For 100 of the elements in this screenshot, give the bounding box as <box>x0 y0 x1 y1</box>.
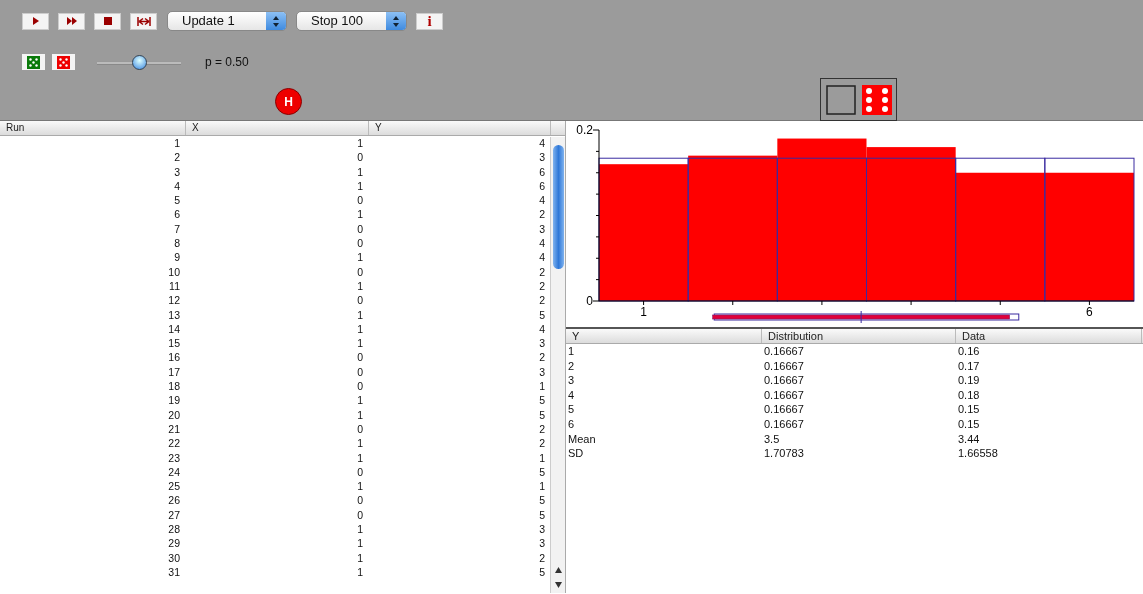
table-cell: 1 <box>357 279 363 292</box>
table-cell: 1 <box>357 337 363 350</box>
table-cell: 1.70783 <box>764 447 804 460</box>
info-button[interactable]: i <box>416 12 443 30</box>
table-cell: 6 <box>539 179 545 192</box>
table-cell: 1 <box>357 137 363 149</box>
table-cell: 1.66558 <box>958 447 998 460</box>
table-cell: 5 <box>174 194 180 207</box>
table-cell: 0.16 <box>958 345 980 357</box>
table-cell: 4 <box>539 251 545 264</box>
column-header: Run <box>0 121 186 135</box>
stop-button[interactable] <box>94 12 121 30</box>
table-cell: 18 <box>168 380 180 393</box>
table-cell: 13 <box>168 308 180 321</box>
axis-label: 0 <box>586 294 593 308</box>
table-cell: 4 <box>539 137 545 149</box>
table-cell: 0.15 <box>958 403 980 416</box>
table-cell: 28 <box>168 523 180 535</box>
table-cell: 1 <box>357 537 363 550</box>
stepper-icon <box>273 15 279 27</box>
table-cell: 0 <box>357 222 363 235</box>
table-cell: 3 <box>539 365 545 378</box>
table-cell: 2 <box>568 359 575 372</box>
table-cell: 16 <box>168 351 180 364</box>
table-cell: 1 <box>357 565 363 578</box>
scrollbar[interactable] <box>550 137 565 593</box>
table-cell: 0.16667 <box>764 359 804 372</box>
table-cell: 3 <box>539 523 545 535</box>
table-cell: 0 <box>357 194 363 207</box>
table-cell: 0.18 <box>958 388 980 401</box>
table-cell: 1 <box>357 437 363 450</box>
table-cell: 5 <box>539 565 545 578</box>
table-cell: 4 <box>539 322 545 335</box>
column-header: Y <box>369 121 551 135</box>
table-cell: 4 <box>539 194 545 207</box>
table-cell: 6 <box>568 417 575 430</box>
table-cell: 1 <box>357 551 363 564</box>
axis-label: 0.2 <box>576 123 593 137</box>
table-cell: 0 <box>357 465 363 478</box>
table-cell: 1 <box>357 179 363 192</box>
table-cell: 1 <box>357 451 363 464</box>
table-cell: 15 <box>168 337 180 350</box>
reset-icon <box>136 16 151 26</box>
table-cell: 2 <box>539 208 545 221</box>
table-cell: 0.16667 <box>764 374 804 387</box>
table-cell: 3 <box>539 222 545 235</box>
table-cell: 2 <box>539 437 545 450</box>
table-cell: 0 <box>357 237 363 250</box>
table-cell: 25 <box>168 480 180 493</box>
table-cell: SD <box>568 447 584 460</box>
table-cell: 0.16667 <box>764 417 804 430</box>
column-header: Data <box>956 329 1142 343</box>
table-cell: 2 <box>539 551 545 564</box>
die-icon <box>57 55 70 69</box>
table-cell: 0 <box>357 365 363 378</box>
table-cell: 2 <box>539 265 545 278</box>
table-cell: Mean <box>568 432 596 445</box>
die-button[interactable] <box>22 54 45 70</box>
table-cell: 1 <box>568 345 575 357</box>
update-select[interactable]: Update 1 <box>167 11 287 31</box>
axis-label: 1 <box>640 305 647 319</box>
table-cell: 4 <box>539 237 545 250</box>
table-cell: 0 <box>357 422 363 435</box>
table-cell: 11 <box>169 279 180 292</box>
table-cell: 3.5 <box>764 432 780 445</box>
table-cell: 0.16667 <box>764 403 804 416</box>
table-cell: 29 <box>168 537 180 550</box>
die-button[interactable] <box>52 54 75 70</box>
table-cell: 3 <box>174 165 180 178</box>
table-cell: 1 <box>357 308 363 321</box>
table-cell: 23 <box>168 451 180 464</box>
table-cell: 24 <box>168 465 180 478</box>
table-cell: 1 <box>357 394 363 407</box>
table-cell: 5 <box>539 508 545 521</box>
p-value-label: p = 0.50 <box>205 54 249 71</box>
table-cell: 20 <box>168 408 180 421</box>
scroll-thumb[interactable] <box>553 145 564 269</box>
empty-square-icon <box>825 84 856 115</box>
table-cell: 3.44 <box>958 432 980 445</box>
table-cell: 0 <box>357 494 363 507</box>
fast-forward-button[interactable] <box>58 12 85 30</box>
table-cell: 1 <box>357 523 363 535</box>
table-cell: 0 <box>357 380 363 393</box>
table-cell: 5 <box>539 465 545 478</box>
table-cell: 3 <box>568 374 575 387</box>
table-cell: 4 <box>174 179 180 192</box>
table-cell: 0 <box>357 294 363 307</box>
table-cell: 1 <box>357 251 363 264</box>
fast-forward-icon <box>66 17 77 25</box>
table-cell: 19 <box>168 394 180 407</box>
slider-thumb[interactable] <box>132 54 147 70</box>
reset-button[interactable] <box>130 12 157 30</box>
table-cell: 0 <box>357 351 363 364</box>
table-cell: 3 <box>539 151 545 164</box>
stop-select[interactable]: Stop 100 <box>296 11 407 31</box>
table-cell: 1 <box>357 480 363 493</box>
play-button[interactable] <box>22 12 49 30</box>
column-header: Distribution <box>762 329 956 343</box>
table-cell: 5 <box>539 308 545 321</box>
table-cell: 0.17 <box>958 359 980 372</box>
